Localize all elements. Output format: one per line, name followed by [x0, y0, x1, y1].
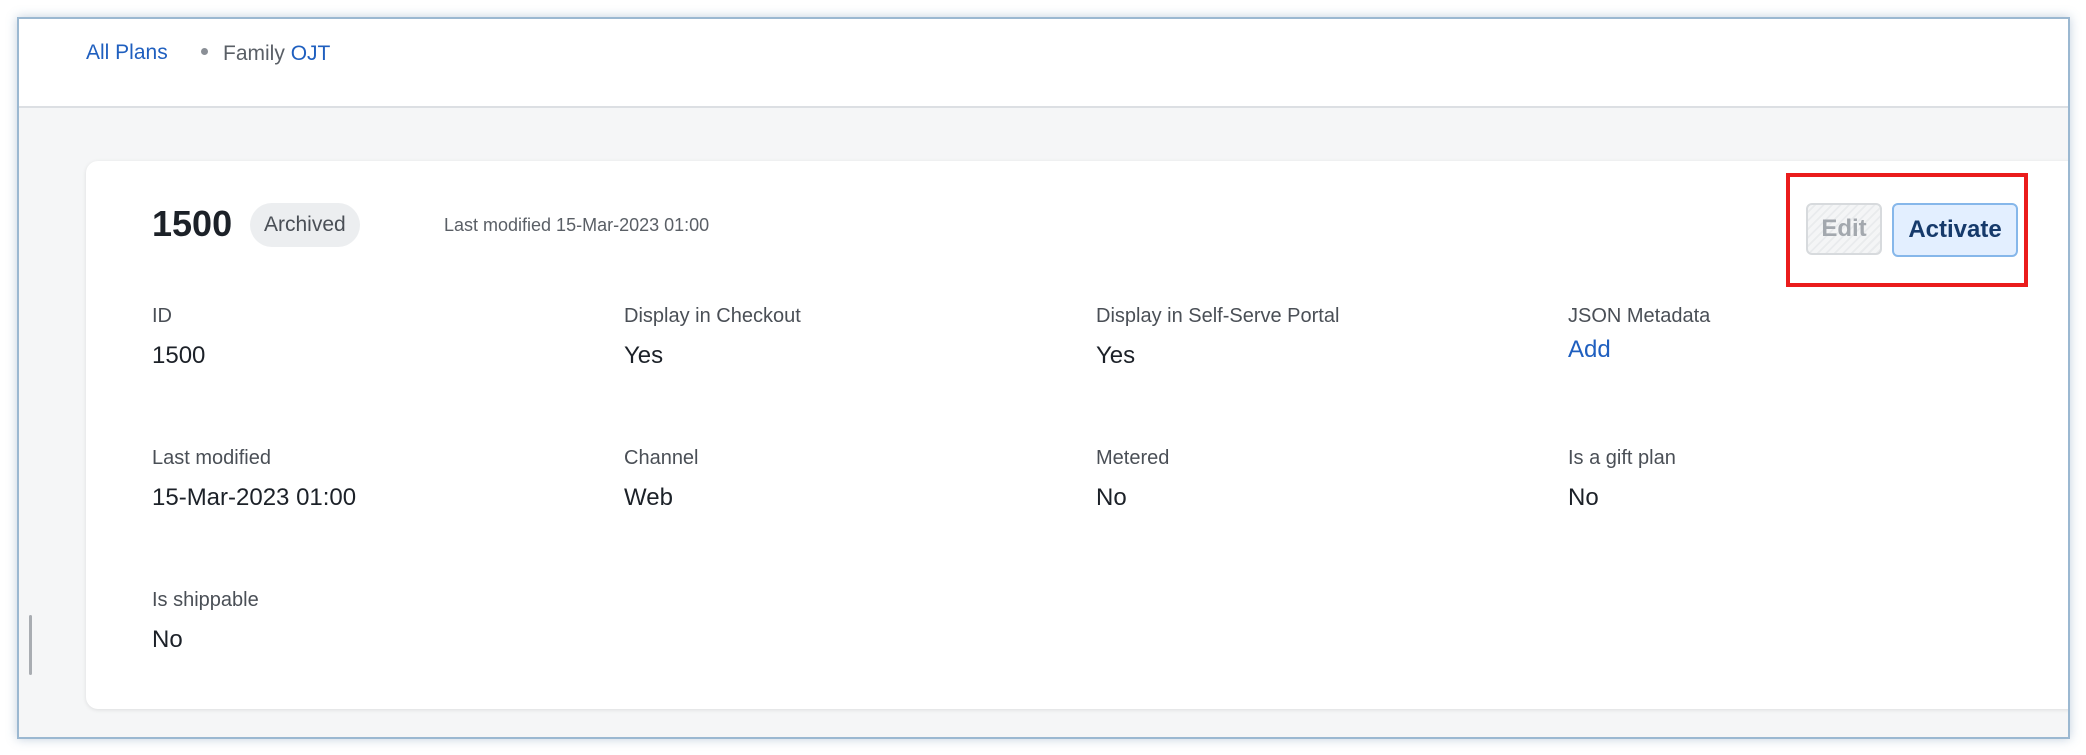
field-channel: Channel Web: [624, 447, 699, 512]
app-window: All Plans Family OJT 1500 Archived Last …: [17, 17, 2070, 739]
field-shippable-label: Is shippable: [152, 589, 259, 611]
field-shippable: Is shippable No: [152, 589, 259, 654]
plan-details-card: 1500 Archived Last modified 15-Mar-2023 …: [86, 161, 2068, 709]
field-channel-label: Channel: [624, 447, 699, 469]
activate-button[interactable]: Activate: [1892, 203, 2018, 257]
last-modified-note: Last modified 15-Mar-2023 01:00: [444, 215, 710, 235]
field-metered-value: No: [1096, 484, 1127, 511]
field-metered-label: Metered: [1096, 447, 1170, 469]
breadcrumb-bar: All Plans Family OJT: [19, 19, 2068, 108]
breadcrumb-separator-dot: [201, 48, 208, 55]
field-gift-plan: Is a gift plan No: [1568, 447, 1676, 512]
field-id: ID 1500: [152, 305, 205, 370]
field-display-portal-value: Yes: [1096, 342, 1136, 369]
edit-button[interactable]: Edit: [1806, 203, 1882, 255]
status-badge: Archived: [250, 203, 360, 247]
breadcrumb-family-code[interactable]: OJT: [291, 42, 331, 65]
field-id-label: ID: [152, 305, 172, 327]
field-last-modified-label: Last modified: [152, 447, 271, 469]
json-metadata-add-link[interactable]: Add: [1568, 336, 1710, 364]
plan-title: 1500: [152, 203, 233, 244]
breadcrumb-all-plans-link[interactable]: All Plans: [86, 41, 168, 65]
field-display-checkout: Display in Checkout Yes: [624, 305, 801, 370]
field-last-modified-value: 15-Mar-2023 01:00: [152, 484, 357, 511]
breadcrumb-family-prefix: Family: [223, 42, 285, 65]
field-json-metadata-label: JSON Metadata: [1568, 305, 1711, 327]
field-display-checkout-value: Yes: [624, 342, 664, 369]
field-last-modified: Last modified 15-Mar-2023 01:00: [152, 447, 356, 512]
field-display-checkout-label: Display in Checkout: [624, 305, 801, 327]
field-metered: Metered No: [1096, 447, 1169, 512]
scroll-handle[interactable]: [29, 615, 32, 675]
field-display-portal: Display in Self-Serve Portal Yes: [1096, 305, 1339, 370]
field-channel-value: Web: [624, 484, 673, 511]
field-display-portal-label: Display in Self-Serve Portal: [1096, 305, 1340, 327]
field-gift-plan-label: Is a gift plan: [1568, 447, 1676, 469]
field-gift-plan-value: No: [1568, 484, 1599, 511]
field-shippable-value: No: [152, 626, 183, 653]
breadcrumb-current-family: Family OJT: [223, 42, 330, 66]
field-json-metadata: JSON Metadata Add: [1568, 305, 1710, 364]
field-id-value: 1500: [152, 342, 206, 369]
